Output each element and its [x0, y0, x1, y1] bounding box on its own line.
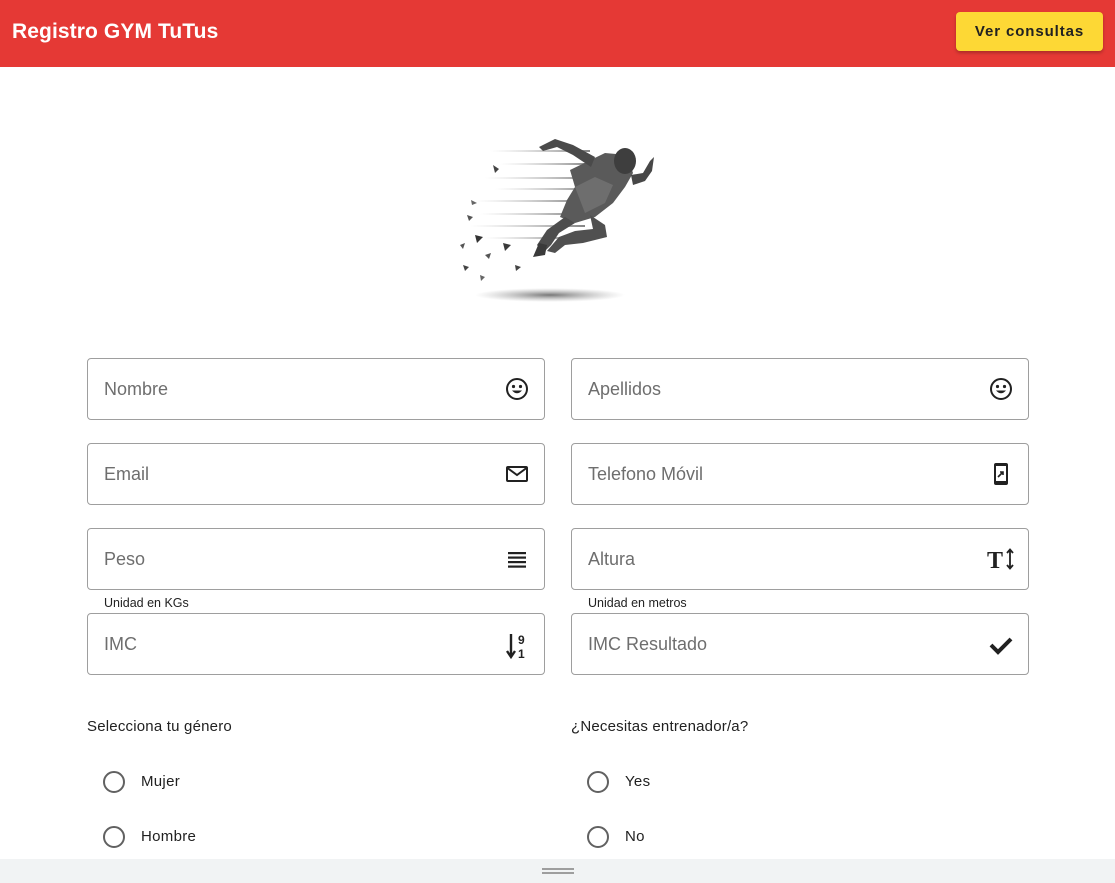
imc-resultado-input[interactable]	[588, 614, 978, 674]
peso-hint: Unidad en KGs	[104, 596, 189, 610]
mail-icon	[504, 461, 530, 487]
bottom-resize-bar[interactable]	[0, 859, 1115, 883]
radio-label: No	[625, 828, 645, 845]
svg-text:T: T	[987, 548, 1003, 572]
peso-field[interactable]	[87, 528, 545, 590]
trainer-label: ¿Necesitas entrenador/a?	[571, 718, 749, 735]
radio-circle[interactable]	[587, 826, 609, 848]
email-field[interactable]	[87, 443, 545, 505]
radio-circle[interactable]	[103, 826, 125, 848]
imc-resultado-field[interactable]	[571, 613, 1029, 675]
radio-label: Hombre	[141, 828, 197, 845]
runner-illustration	[455, 125, 660, 310]
svg-text:1: 1	[518, 647, 525, 660]
app-toolbar: Registro GYM TuTus Ver consultas	[0, 0, 1115, 67]
app-title: Registro GYM TuTus	[12, 20, 219, 43]
radio-label: Yes	[625, 773, 651, 790]
check-icon	[988, 631, 1014, 657]
telefono-input[interactable]	[588, 444, 978, 504]
altura-field[interactable]: T	[571, 528, 1029, 590]
email-input[interactable]	[104, 444, 494, 504]
svg-text:9: 9	[518, 633, 525, 647]
peso-input[interactable]	[104, 529, 494, 589]
imc-field[interactable]: 91	[87, 613, 545, 675]
mobile-phone-icon	[988, 461, 1014, 487]
smiley-icon	[988, 376, 1014, 402]
altura-hint: Unidad en metros	[588, 596, 687, 610]
drag-handle-icon[interactable]	[542, 868, 574, 874]
lines-icon	[504, 546, 530, 572]
radio-circle[interactable]	[587, 771, 609, 793]
view-consultations-button[interactable]: Ver consultas	[956, 12, 1103, 51]
smiley-icon	[504, 376, 530, 402]
gender-label: Selecciona tu género	[87, 718, 232, 735]
sort-numeric-down-icon: 91	[504, 632, 530, 660]
radio-label: Mujer	[141, 773, 181, 790]
telefono-field[interactable]	[571, 443, 1029, 505]
nombre-field[interactable]	[87, 358, 545, 420]
radio-circle[interactable]	[103, 771, 125, 793]
imc-input[interactable]	[104, 614, 494, 674]
nombre-input[interactable]	[104, 359, 494, 419]
apellidos-field[interactable]	[571, 358, 1029, 420]
apellidos-input[interactable]	[588, 359, 978, 419]
text-height-icon: T	[986, 546, 1016, 572]
altura-input[interactable]	[588, 529, 978, 589]
